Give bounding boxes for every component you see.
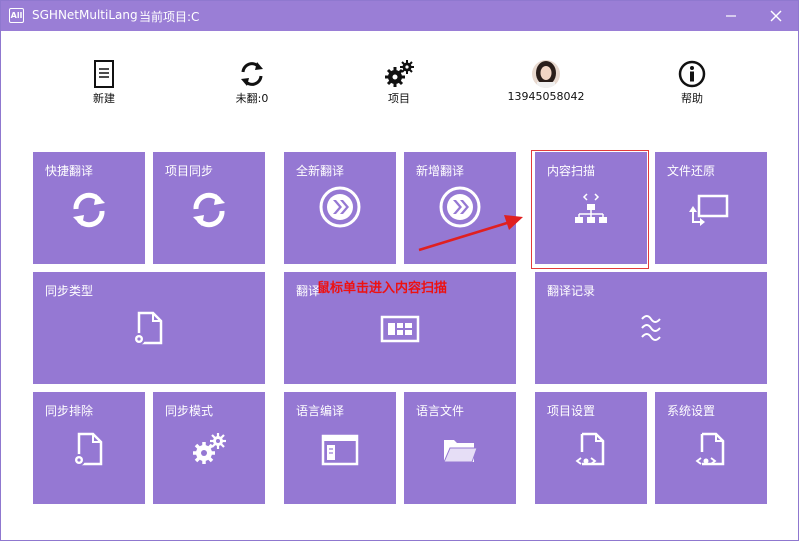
fast-forward-circle-icon — [439, 186, 481, 228]
user-phone-label: 13945058042 — [507, 90, 585, 103]
user-account-button[interactable]: 13945058042 — [486, 59, 606, 109]
app-logo-icon: All — [9, 8, 24, 23]
tile-label: 翻译记录 — [547, 284, 596, 298]
new-project-button[interactable]: 新建 — [44, 59, 164, 109]
document-icon — [94, 60, 114, 88]
info-icon — [678, 60, 706, 88]
project-button[interactable]: 项目 — [339, 59, 459, 109]
sync-exclude-tile[interactable]: 同步排除 — [33, 392, 145, 504]
project-settings-tile[interactable]: 项目设置 — [535, 392, 647, 504]
content-scan-highlight-box — [531, 150, 649, 269]
sync-mode-tile[interactable]: 同步模式 — [153, 392, 265, 504]
user-avatar — [532, 60, 560, 88]
close-icon — [770, 10, 782, 22]
new-project-label: 新建 — [93, 92, 115, 105]
app-window: All SGHNetMultiLang 当前项目:C 新建 未翻:0 项目 13… — [0, 0, 799, 541]
tile-label: 全新翻译 — [296, 164, 345, 178]
app-window-icon — [321, 434, 359, 466]
minimize-icon — [726, 15, 736, 17]
tile-label: 同步类型 — [45, 284, 94, 298]
translate-records-tile[interactable]: 翻译记录 — [535, 272, 767, 384]
tile-label: 快捷翻译 — [45, 164, 94, 178]
tile-label: 同步模式 — [165, 404, 214, 418]
tile-label: 语言编译 — [296, 404, 345, 418]
quick-translate-tile[interactable]: 快捷翻译 — [33, 152, 145, 264]
project-label: 项目 — [388, 92, 410, 105]
app-title: SGHNetMultiLang — [32, 8, 138, 22]
restore-window-icon — [689, 194, 729, 226]
tile-label: 项目同步 — [165, 164, 214, 178]
tile-label: 新增翻译 — [416, 164, 465, 178]
refresh-icon — [241, 62, 263, 86]
system-settings-tile[interactable]: 系统设置 — [655, 392, 767, 504]
folder-open-icon — [443, 440, 478, 463]
tile-label: 语言文件 — [416, 404, 465, 418]
fast-forward-circle-icon — [319, 186, 361, 228]
title-bar: All SGHNetMultiLang 当前项目:C — [1, 1, 798, 31]
help-button[interactable]: 帮助 — [632, 59, 752, 109]
language-files-tile[interactable]: 语言文件 — [404, 392, 516, 504]
annotation-text: 鼠标单击进入内容扫描 — [317, 281, 448, 296]
tile-label: 文件还原 — [667, 164, 716, 178]
gears-icon — [385, 60, 414, 87]
close-button[interactable] — [754, 1, 798, 31]
minimize-button[interactable] — [709, 1, 753, 31]
project-sync-tile[interactable]: 项目同步 — [153, 152, 265, 264]
incremental-translate-tile[interactable]: 新增翻译 — [404, 152, 516, 264]
untranslated-count-label: 未翻:0 — [235, 92, 269, 105]
file-settings-icon — [73, 432, 103, 466]
file-restore-tile[interactable]: 文件还原 — [655, 152, 767, 264]
file-code-icon — [575, 432, 605, 466]
tile-label: 系统设置 — [667, 404, 716, 418]
wave-icon — [641, 315, 661, 341]
untranslated-button[interactable]: 未翻:0 — [192, 59, 312, 109]
language-edit-tile[interactable]: 语言编译 — [284, 392, 396, 504]
help-label: 帮助 — [681, 92, 703, 105]
gears-icon — [193, 433, 226, 464]
current-project-label: 当前项目:C — [139, 10, 200, 24]
tile-label: 同步排除 — [45, 404, 94, 418]
sync-type-tile[interactable]: 同步类型 — [33, 272, 265, 384]
dashboard-icon — [380, 315, 420, 343]
sync-icon — [193, 192, 225, 228]
tile-label: 项目设置 — [547, 404, 596, 418]
file-settings-icon — [133, 311, 163, 345]
sync-icon — [73, 192, 105, 228]
file-code-icon — [695, 432, 725, 466]
full-translate-tile[interactable]: 全新翻译 — [284, 152, 396, 264]
